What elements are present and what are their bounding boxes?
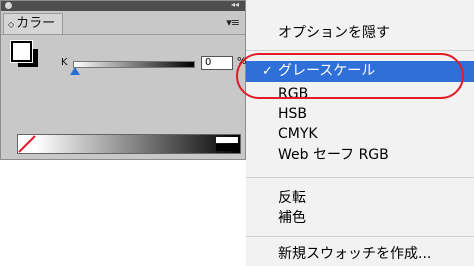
panel-options-menu: オプションを隠す ✓ グレースケール RGB HSB CMYK Web セーフ … [246, 0, 474, 266]
k-value-input[interactable]: 0 [201, 56, 233, 70]
fill-swatch[interactable] [11, 41, 32, 62]
tab-divider [1, 34, 245, 35]
tab-arrows-icon: ◇ [8, 20, 15, 29]
close-icon[interactable] [5, 2, 12, 9]
panel-menu-icon[interactable]: ▾≡ [226, 16, 240, 29]
none-color-icon[interactable] [18, 135, 36, 153]
tab-label: カラー [16, 16, 56, 31]
menu-item-rgb[interactable]: RGB [246, 84, 474, 104]
black-swatch[interactable] [216, 144, 238, 151]
menu-item-web-safe-rgb[interactable]: Web セーフ RGB [246, 145, 474, 165]
k-slider-track[interactable] [73, 61, 195, 68]
white-swatch[interactable] [216, 137, 238, 143]
menu-item-invert[interactable]: 反転 [246, 188, 474, 208]
k-slider-thumb[interactable] [70, 67, 80, 75]
menu-item-new-swatch[interactable]: 新規スウォッチを作成... [246, 243, 474, 265]
menu-separator [246, 177, 474, 178]
tab-color[interactable]: ◇ カラー [3, 13, 63, 35]
k-channel-label: K [61, 57, 68, 68]
checkmark-icon: ✓ [262, 64, 273, 79]
menu-item-grayscale[interactable]: ✓ グレースケール [246, 61, 474, 82]
collapse-icon[interactable]: ◂◂ [231, 0, 239, 10]
menu-separator [246, 236, 474, 237]
menu-item-complement[interactable]: 補色 [246, 208, 474, 228]
menu-separator [246, 50, 474, 51]
color-ramp[interactable] [17, 134, 241, 154]
menu-item-cmyk[interactable]: CMYK [246, 124, 474, 144]
color-panel: ◂◂ ◇ カラー ▾≡ K 0 % [0, 0, 247, 160]
panel-title-bar[interactable]: ◂◂ [1, 0, 245, 11]
menu-item-hsb[interactable]: HSB [246, 104, 474, 124]
menu-item-hide-options[interactable]: オプションを隠す [246, 22, 474, 44]
